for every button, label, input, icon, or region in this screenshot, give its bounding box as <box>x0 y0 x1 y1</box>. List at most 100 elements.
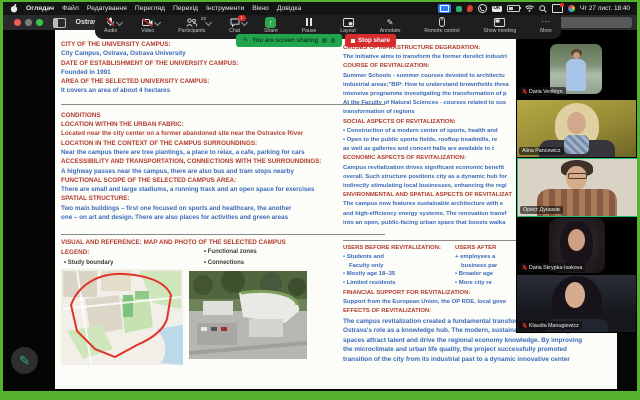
participant-name: Daria Venhryn <box>529 89 563 95</box>
apple-menu-icon[interactable] <box>10 4 18 13</box>
participant-label: Daria Venhryn <box>519 87 566 96</box>
menu-app-name[interactable]: Оглядач <box>26 5 54 12</box>
notification-status-icon[interactable] <box>467 5 473 12</box>
doc-divider <box>61 104 385 105</box>
menu-tools[interactable]: Інструменти <box>206 5 244 12</box>
participant-video-active-speaker[interactable]: Орест Дунєков <box>517 158 638 217</box>
doc-heading: VISUAL AND REFERENCE: MAP AND PHOTO OF T… <box>61 238 385 247</box>
doc-text: the microclimate and urban life quality,… <box>343 345 617 355</box>
muted-mic-icon <box>522 88 527 95</box>
menu-view[interactable]: Перегляд <box>135 5 165 12</box>
banner-status-icon <box>322 38 327 43</box>
participants-button[interactable]: 22 Participants <box>178 18 205 35</box>
sidebar-toggle-icon[interactable] <box>53 18 66 28</box>
participant-video[interactable]: Alina Pancewicz <box>517 100 636 157</box>
chevron-down-icon[interactable] <box>154 18 161 25</box>
chevron-down-icon[interactable] <box>205 18 212 25</box>
macos-menu-bar: Оглядач Файл Редагування Перегляд Перехі… <box>3 2 637 15</box>
doc-text: transition of the city from its industri… <box>343 355 617 365</box>
layout-button[interactable]: Layout <box>340 18 356 35</box>
menu-edit[interactable]: Редагування <box>87 5 127 12</box>
chevron-down-icon[interactable] <box>116 18 123 25</box>
minimize-window-button[interactable] <box>25 19 32 26</box>
muted-mic-icon <box>106 18 115 28</box>
participant-name: Alina Pancewicz <box>522 148 561 154</box>
document-images <box>61 269 385 369</box>
menu-help[interactable]: Довідка <box>277 5 301 12</box>
annotate-button[interactable]: ✎ Annotate <box>380 18 401 35</box>
close-window-button[interactable] <box>14 19 21 26</box>
app-status-icon[interactable] <box>456 6 462 12</box>
pen-icon: ✎ <box>243 38 248 44</box>
banner-status-icon <box>331 38 336 43</box>
menu-clock[interactable]: Чт 27 лист. 18:40 <box>580 5 630 12</box>
menu-go[interactable]: Перехід <box>173 5 198 12</box>
doc-text: Located near the city center on a former… <box>61 129 385 138</box>
control-center-icon[interactable] <box>568 5 575 12</box>
doc-heading: AREA OF THE SELECTED UNIVERSITY CAMPUS: <box>61 77 385 86</box>
doc-heading: LOCATION IN THE CONTEXT OF THE CAMPUS SU… <box>61 139 385 148</box>
doc-heading: LOCATION WITHIN THE URBAN FABRIC: <box>61 120 385 129</box>
participant-label: Daria Skrypka-Isakova <box>519 263 585 272</box>
participant-video[interactable]: Daria Skrypka-Isakova <box>517 217 636 274</box>
menu-status-area: UK Чт 27 лист. 18:40 <box>438 4 630 13</box>
doc-text: City Campus, Ostrava, Ostrava University <box>61 49 385 58</box>
chat-button[interactable]: 1 Chat <box>229 18 240 35</box>
participant-video[interactable]: Klaudia Manugiewicz <box>517 275 636 332</box>
annotate-pencil-button[interactable]: ✎ <box>11 347 38 374</box>
participant-name: Daria Skrypka-Isakova <box>529 265 582 271</box>
muted-mic-icon <box>522 264 527 271</box>
pause-share-button[interactable]: Pause <box>302 18 317 35</box>
battery-icon[interactable] <box>507 5 520 13</box>
share-button[interactable]: ↑ Share <box>264 18 278 35</box>
document-left-column: CITY OF THE UNIVERSITY CAMPUS: City Camp… <box>61 40 385 389</box>
mouse-icon <box>439 18 445 28</box>
video-off-icon <box>142 18 153 28</box>
map-legend: LEGEND: • Study boundary • Functional zo… <box>61 248 385 268</box>
share-screen-icon: ↑ <box>265 17 276 28</box>
video-button[interactable]: Video <box>141 18 154 35</box>
participant-name: Орест Дунєков <box>523 207 560 213</box>
keyboard-layout-badge[interactable]: UK <box>492 6 502 12</box>
doc-heading: USERS BEFORE REVITALIZATION: <box>343 244 451 253</box>
participants-panel: Daria Venhryn Alina Pancewicz Орест Дунє… <box>516 30 637 333</box>
display-mirroring-icon[interactable] <box>552 4 563 13</box>
fullscreen-window-button[interactable] <box>36 19 43 26</box>
participant-name: Klaudia Manugiewicz <box>529 323 579 329</box>
show-meeting-button[interactable]: Show meeting <box>483 18 516 35</box>
doc-text: • Students and <box>343 253 451 262</box>
chat-icon: 1 <box>230 18 240 28</box>
screen: Оглядач Файл Редагування Перегляд Перехі… <box>0 0 640 400</box>
more-button[interactable]: ··· More <box>540 18 552 35</box>
campus-map-image <box>61 269 183 365</box>
search-icon[interactable] <box>539 5 547 13</box>
wifi-icon[interactable] <box>525 5 534 12</box>
doc-text: spaces attract talent and drive the regi… <box>343 336 617 346</box>
legend-heading: LEGEND: <box>61 248 89 257</box>
doc-heading: DATE OF ESTABLISHMENT OF THE UNIVERSITY … <box>61 59 385 68</box>
doc-text: It covers an area of about 4 hectares <box>61 86 385 95</box>
layout-icon <box>343 18 354 28</box>
doc-text: • Mostly age 18–35 <box>343 270 451 279</box>
doc-divider <box>61 234 385 235</box>
audio-button[interactable]: Audio <box>104 18 117 35</box>
ellipsis-icon: ··· <box>541 18 551 26</box>
legend-item: • Functional zones <box>204 248 257 257</box>
screen-share-status-icon[interactable] <box>438 4 451 13</box>
doc-heading: ACCESSIBILITY AND TRANSPORTATION, CONNEC… <box>61 157 385 166</box>
phone-status-icon[interactable] <box>478 4 487 13</box>
remote-control-button[interactable]: Remote control <box>424 18 459 35</box>
participant-label: Alina Pancewicz <box>519 147 564 155</box>
doc-heading: CONDITIONS <box>61 111 385 120</box>
muted-mic-icon <box>522 322 527 329</box>
doc-text: Two main buildings – first one focused o… <box>61 204 385 213</box>
pause-icon <box>306 18 312 26</box>
stop-share-button[interactable]: Stop share <box>345 34 396 47</box>
doc-text: Faculty only <box>343 262 451 271</box>
participant-video[interactable]: Daria Venhryn <box>517 41 636 98</box>
menu-window[interactable]: Вікно <box>252 5 269 12</box>
menu-file[interactable]: Файл <box>62 5 79 12</box>
meeting-window-icon <box>494 18 505 28</box>
doc-heading: SPATIAL STRUCTURE: <box>61 194 385 203</box>
doc-text: one – on art and design. There are also … <box>61 213 385 222</box>
